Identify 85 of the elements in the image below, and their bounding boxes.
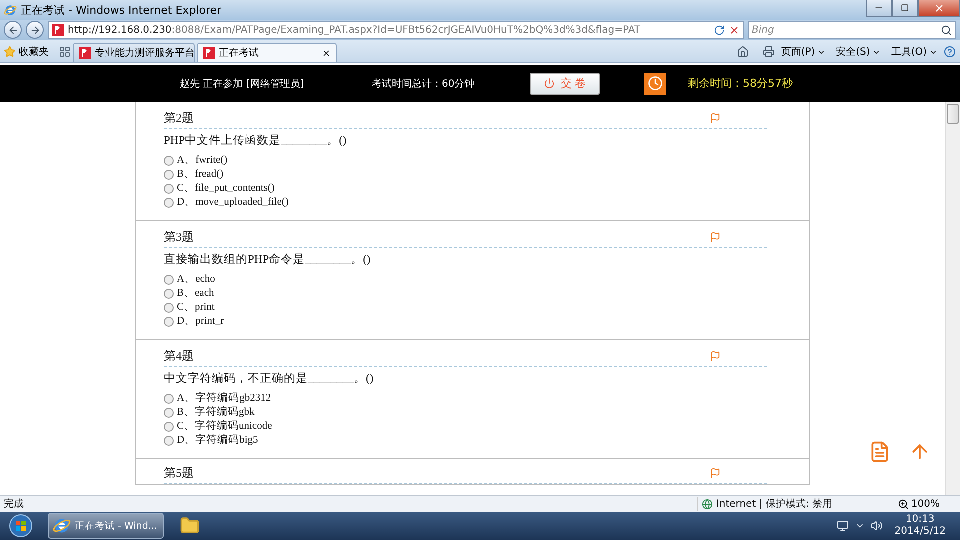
radio-button[interactable] — [164, 408, 174, 418]
window-title: 正在考试 - Windows Internet Explorer — [21, 2, 223, 18]
command-menu[interactable]: 工具(O) — [887, 45, 942, 62]
maximize-icon — [901, 4, 909, 12]
answer-option[interactable]: D、print_r — [164, 315, 767, 329]
question-text: 中文字符编码，不正确的是________。() — [164, 372, 375, 386]
total-time: 考试时间总计：60分钟 — [372, 78, 476, 90]
forward-button[interactable] — [26, 21, 44, 39]
forward-arrow-icon — [30, 24, 40, 36]
print-icon[interactable] — [763, 46, 776, 58]
network-icon[interactable] — [836, 520, 849, 532]
question-text: 直接输出数组的PHP命令是________。() — [164, 253, 372, 267]
command-menu[interactable]: 安全(S) — [832, 45, 886, 62]
zoom-icon — [898, 498, 910, 510]
browser-logo-icon — [53, 517, 71, 535]
flag-icon[interactable] — [710, 232, 721, 242]
radio-button[interactable] — [164, 198, 174, 208]
flag-icon[interactable] — [710, 468, 721, 478]
answer-option[interactable]: B、fread() — [164, 168, 767, 182]
radio-button[interactable] — [164, 184, 174, 194]
answer-option[interactable]: C、file_put_contents() — [164, 182, 767, 196]
close-button[interactable] — [918, 0, 960, 17]
candidate-info: 赵先 正在参加 [网络管理员] — [180, 78, 306, 90]
minimize-button[interactable] — [866, 0, 892, 17]
answer-option[interactable]: D、move_uploaded_file() — [164, 196, 767, 210]
refresh-icon[interactable] — [714, 24, 725, 36]
radio-button[interactable] — [164, 275, 174, 285]
search-icon[interactable] — [941, 24, 952, 36]
quick-tabs-icon[interactable] — [59, 46, 71, 58]
favorites-button[interactable]: 收藏夹 — [4, 45, 57, 62]
search-field[interactable]: Bing — [748, 21, 956, 39]
home-icon[interactable] — [737, 46, 750, 58]
site-logo-icon — [52, 24, 64, 36]
answer-option[interactable]: C、字符编码unicode — [164, 420, 767, 434]
radio-button[interactable] — [164, 303, 174, 313]
question-number: 第5题 — [164, 464, 194, 482]
help-icon[interactable] — [944, 46, 956, 58]
folder-drawing-icon — [180, 516, 200, 536]
radio-button[interactable] — [164, 394, 174, 404]
answer-option[interactable]: D、字符编码big5 — [164, 434, 767, 448]
security-zone: Internet | 保护模式: 禁用 — [716, 498, 832, 511]
question-text: PHP中文件上传函数是________。() — [164, 134, 348, 148]
star-icon — [4, 46, 16, 58]
windows-logo-icon — [9, 514, 33, 538]
browser-tab[interactable]: 专业能力测评服务平台 — [73, 43, 195, 62]
flag-icon[interactable] — [710, 350, 721, 362]
clock-icon — [644, 72, 666, 94]
power-icon — [544, 78, 555, 89]
volume-icon[interactable] — [870, 520, 883, 532]
site-logo-icon — [203, 47, 215, 59]
question-number: 第4题 — [164, 348, 194, 364]
browser-logo-icon — [4, 4, 17, 16]
question-number: 第3题 — [164, 228, 194, 246]
remaining-time: 剩余时间：58分57秒 — [688, 76, 794, 91]
radio-button[interactable] — [164, 170, 174, 180]
answer-option[interactable]: B、字符编码gbk — [164, 406, 767, 420]
answer-option[interactable]: C、print — [164, 301, 767, 315]
url-text: http://192.168.0.230:8088/Exam/PATPage/Examing_PAT.aspx?Id=UFBt562crJGEAIVu0HuT%2bQ%3d%3d&flag=PAT — [68, 24, 641, 36]
radio-button[interactable] — [164, 317, 174, 327]
radio-button[interactable] — [164, 156, 174, 166]
close-tab-icon[interactable] — [322, 48, 331, 58]
address-field[interactable]: http://192.168.0.230:8088/Exam/PATPage/Examing_PAT.aspx?Id=UFBt562crJGEAIVu0HuT%2bQ%3d%3d&flag=PAT — [48, 21, 744, 39]
zoom-button[interactable]: 100% — [898, 498, 956, 510]
radio-button[interactable] — [164, 289, 174, 299]
taskbar-button[interactable]: 正在考试 - Wind... — [48, 513, 164, 539]
back-arrow-icon — [8, 24, 18, 36]
command-menu[interactable]: 页面(P) — [777, 45, 830, 62]
question-number: 第2题 — [164, 110, 194, 126]
document-icon[interactable] — [869, 441, 891, 463]
site-logo-icon — [79, 47, 91, 59]
stop-icon[interactable] — [729, 24, 740, 36]
browser-tab[interactable]: 正在考试 — [197, 43, 337, 62]
maximize-button[interactable] — [892, 0, 918, 17]
globe-icon — [702, 498, 714, 510]
answer-option[interactable]: A、echo — [164, 273, 767, 287]
radio-button[interactable] — [164, 422, 174, 432]
close-icon — [934, 2, 944, 14]
radio-button[interactable] — [164, 436, 174, 446]
answer-option[interactable]: B、each — [164, 287, 767, 301]
back-button[interactable] — [4, 21, 22, 39]
flag-icon[interactable] — [710, 112, 721, 124]
answer-option[interactable]: A、fwrite() — [164, 154, 767, 168]
answer-option[interactable]: A、字符编码gb2312 — [164, 392, 767, 406]
status-text: 完成 — [4, 498, 24, 511]
taskbar-clock[interactable]: 10:13 2014/5/12 — [894, 514, 946, 538]
